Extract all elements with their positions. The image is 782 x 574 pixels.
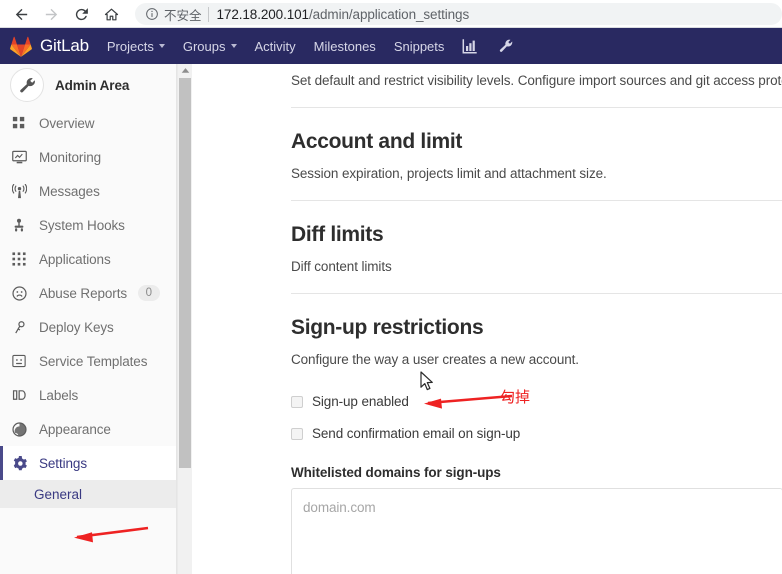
sidebar-item-label: Service Templates: [39, 353, 148, 369]
arrow-right-icon: [45, 8, 57, 20]
info-circle-icon[interactable]: [145, 7, 159, 21]
sidebar-item-deploy-keys[interactable]: Deploy Keys: [0, 310, 176, 344]
reload-button[interactable]: [66, 0, 96, 28]
sidebar-item-label: Labels: [39, 387, 79, 403]
section-desc-diff-limits: Diff content limits: [291, 259, 392, 274]
sidebar-item-messages[interactable]: Messages: [0, 174, 176, 208]
sidebar-item-label: Overview: [39, 115, 95, 131]
labels-icon: [11, 388, 27, 402]
section-divider: [291, 200, 782, 201]
security-status-label: 不安全: [164, 8, 202, 23]
sidebar-item-service-templates[interactable]: Service Templates: [0, 344, 176, 378]
sidebar-item-label: Settings: [39, 455, 87, 471]
sidebar-item-abuse-reports[interactable]: Abuse Reports 0: [0, 276, 176, 310]
section-title-account-and-limit: Account and limit: [291, 130, 463, 153]
chevron-down-icon: [158, 44, 165, 48]
gitlab-brand-text: GitLab: [40, 36, 89, 55]
nav-projects-label: Projects: [106, 38, 154, 54]
whitelisted-domains-textarea[interactable]: domain.com: [291, 488, 782, 574]
section-title-signup-restrictions: Sign-up restrictions: [291, 316, 484, 339]
signup-enabled-row[interactable]: Sign-up enabled: [291, 394, 782, 409]
palette-icon: [11, 421, 27, 437]
section-divider: [291, 293, 782, 294]
sidebar-subitem-label: General: [34, 486, 83, 502]
sidebar-subitem-general[interactable]: General: [0, 480, 176, 508]
section-title-diff-limits: Diff limits: [291, 223, 384, 246]
sidebar-item-appearance[interactable]: Appearance: [0, 412, 176, 446]
frowny-face-icon: [11, 285, 27, 301]
sidebar-header: Admin Area: [0, 64, 176, 106]
whitelisted-domains-placeholder: domain.com: [303, 500, 376, 515]
nav-projects[interactable]: Projects: [107, 39, 165, 54]
send-confirmation-email-label: Send confirmation email on sign-up: [312, 426, 521, 441]
gitlab-brand-link[interactable]: GitLab: [10, 36, 89, 57]
sidebar-item-label: System Hooks: [39, 217, 125, 233]
chart-icon[interactable]: [462, 38, 478, 54]
sidebar-scrollbar-track[interactable]: [177, 64, 192, 574]
sidebar-scrollbar-thumb[interactable]: [179, 78, 191, 468]
applications-grid-icon: [11, 252, 27, 266]
section-divider: [291, 107, 782, 108]
settings-content-area: Set default and restrict visibility leve…: [192, 64, 782, 574]
sidebar-item-monitoring[interactable]: Monitoring: [0, 140, 176, 174]
signup-enabled-checkbox[interactable]: [291, 395, 303, 408]
gitlab-navbar: GitLab Projects Groups Activity Mileston…: [0, 28, 782, 64]
address-bar[interactable]: 不安全 172.18.200.101/admin/application_set…: [135, 3, 782, 25]
reload-icon: [75, 7, 88, 20]
url-host: 172.18.200.101: [216, 6, 310, 22]
grid-overview-icon: [11, 116, 27, 130]
admin-sidebar: Admin Area Overview Monitoring Messages …: [0, 64, 177, 574]
settings-sections: Set default and restrict visibility leve…: [291, 64, 782, 574]
send-confirmation-email-checkbox[interactable]: [291, 427, 303, 440]
broadcast-tower-icon: [11, 183, 27, 199]
arrow-left-icon: [15, 8, 27, 20]
wrench-icon: [19, 77, 35, 92]
url-text: 172.18.200.101/admin/application_setting…: [217, 7, 470, 22]
gitlab-fox-logo: [10, 36, 32, 57]
browser-toolbar: 不安全 172.18.200.101/admin/application_set…: [0, 0, 782, 28]
home-icon: [104, 8, 118, 20]
nav-snippets[interactable]: Snippets: [394, 39, 445, 54]
wrench-icon[interactable]: [498, 38, 514, 54]
sidebar-item-overview[interactable]: Overview: [0, 106, 176, 140]
sidebar-item-applications[interactable]: Applications: [0, 242, 176, 276]
key-icon: [11, 320, 27, 335]
sidebar-item-label: Messages: [39, 183, 100, 199]
visibility-section-description: Set default and restrict visibility leve…: [291, 73, 782, 88]
omnibox-divider: [207, 6, 209, 22]
url-path: /admin/application_settings: [308, 6, 470, 22]
home-button[interactable]: [96, 0, 126, 28]
admin-avatar: [10, 68, 44, 102]
sidebar-item-label: Deploy Keys: [39, 319, 114, 335]
nav-groups[interactable]: Groups: [183, 39, 237, 54]
sidebar-item-label: Applications: [39, 251, 111, 267]
admin-area-title: Admin Area: [55, 77, 130, 93]
sidebar-item-label: Monitoring: [39, 149, 102, 165]
send-confirmation-email-row[interactable]: Send confirmation email on sign-up: [291, 426, 782, 441]
template-icon: [11, 354, 27, 368]
sidebar-item-labels[interactable]: Labels: [0, 378, 176, 412]
caret-up-icon[interactable]: [178, 64, 192, 77]
sidebar-item-settings[interactable]: Settings: [0, 446, 176, 480]
monitor-icon: [11, 150, 27, 165]
back-button[interactable]: [6, 0, 36, 28]
sidebar-item-label: Appearance: [39, 421, 111, 437]
signup-enabled-label: Sign-up enabled: [312, 394, 409, 409]
nav-milestones[interactable]: Milestones: [314, 39, 376, 54]
sidebar-item-system-hooks[interactable]: System Hooks: [0, 208, 176, 242]
abuse-reports-count-badge: 0: [137, 284, 160, 302]
nav-groups-label: Groups: [182, 38, 226, 54]
chevron-down-icon: [230, 44, 237, 48]
forward-button[interactable]: [36, 0, 66, 28]
gear-icon: [11, 455, 27, 471]
whitelisted-domains-label: Whitelisted domains for sign-ups: [291, 465, 501, 480]
nav-activity[interactable]: Activity: [255, 39, 296, 54]
sidebar-item-label: Abuse Reports: [39, 285, 127, 301]
section-desc-account-and-limit: Session expiration, projects limit and a…: [291, 166, 607, 181]
section-desc-signup-restrictions: Configure the way a user creates a new a…: [291, 352, 579, 367]
hook-icon: [11, 218, 27, 233]
